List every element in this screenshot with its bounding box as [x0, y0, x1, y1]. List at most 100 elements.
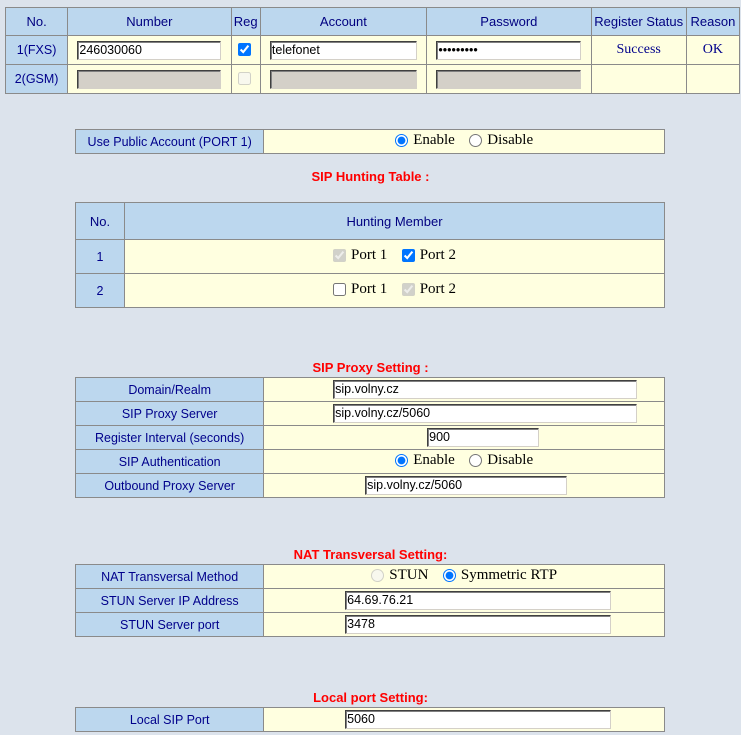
- hunting-column-header-member: Hunting Member: [124, 202, 665, 240]
- column-header-password: Password: [426, 7, 592, 36]
- account-row-1-reg-cell: [230, 35, 261, 65]
- register-interval-cell: [263, 425, 665, 450]
- local-port-table: Local SIP Port: [74, 707, 665, 732]
- public-account-enable-option[interactable]: Enable: [395, 132, 455, 149]
- public-account-options-cell: Enable Disable: [263, 129, 665, 154]
- account-row-2-reg-cell: [230, 64, 261, 94]
- hunting-row-2-port2-checkbox: [401, 282, 415, 296]
- outbound-proxy-input[interactable]: [365, 476, 568, 495]
- number-input-port2: [77, 69, 222, 89]
- sip-proxy-server-label: SIP Proxy Server: [74, 401, 265, 426]
- public-account-table: Use Public Account (PORT 1) Enable Disab…: [74, 129, 665, 154]
- stun-server-port-input[interactable]: [345, 615, 612, 634]
- table-row: SIP Authentication Enable Disable: [74, 449, 665, 474]
- hunting-row-2-port2-label: Port 2: [419, 280, 456, 297]
- column-header-reg: Reg: [230, 7, 261, 36]
- hunting-column-header-no: No.: [75, 202, 125, 240]
- password-input-port1[interactable]: [436, 40, 582, 60]
- reason-port2: [685, 64, 741, 94]
- sip-authentication-cell: Enable Disable: [263, 449, 665, 474]
- column-header-account: Account: [259, 7, 428, 36]
- table-row: 2(GSM): [4, 64, 741, 94]
- account-row-2-account-cell: [259, 64, 428, 94]
- public-account-disable-option[interactable]: Disable: [469, 132, 533, 149]
- hunting-header-row: No. Hunting Member: [75, 202, 665, 240]
- hunting-row-2-port1-checkbox[interactable]: [333, 282, 346, 296]
- account-table-header-row: No. Number Reg Account Password Register…: [4, 7, 741, 36]
- column-header-number: Number: [67, 7, 232, 36]
- hunting-row-1-port2-option[interactable]: Port 2: [401, 246, 456, 264]
- sip-proxy-server-input[interactable]: [333, 404, 638, 423]
- account-row-1-account-cell: [259, 35, 428, 65]
- sip-proxy-table: Domain/Realm SIP Proxy Server Register I…: [74, 377, 665, 498]
- reason-port1: OK: [685, 35, 741, 65]
- hunting-row-1-port1-checkbox: [333, 248, 346, 262]
- nat-transversal-table: NAT Transversal Method STUN Symmetric RT…: [74, 564, 665, 637]
- table-row: NAT Transversal Method STUN Symmetric RT…: [74, 564, 665, 589]
- hunting-row-1-port2-label: Port 2: [419, 246, 456, 263]
- sip-authentication-disable-option[interactable]: Disable: [469, 452, 533, 469]
- sip-authentication-enable-radio[interactable]: [395, 453, 409, 467]
- table-row: STUN Server IP Address: [74, 588, 665, 613]
- column-header-register-status: Register Status: [590, 7, 687, 36]
- hunting-row-2-members: Port 1 Port 2: [124, 273, 665, 308]
- account-table: No. Number Reg Account Password Register…: [4, 7, 741, 94]
- account-row-1-number-cell: [67, 35, 232, 65]
- stun-server-port-cell: [263, 612, 665, 637]
- public-account-disable-radio[interactable]: [469, 133, 483, 147]
- sip-hunting-table: No. Hunting Member 1 Port 1 Port 2 2 Por…: [75, 202, 665, 308]
- table-row: STUN Server port: [74, 612, 665, 637]
- hunting-row-1-port2-checkbox[interactable]: [401, 248, 415, 262]
- table-row: Domain/Realm: [74, 377, 665, 402]
- outbound-proxy-cell: [263, 473, 665, 498]
- password-input-port2: [436, 69, 582, 89]
- nat-method-symmetric-rtp-label: Symmetric RTP: [460, 566, 558, 583]
- local-port-heading: Local port Setting:: [313, 690, 428, 705]
- register-status-port2: [590, 64, 687, 94]
- hunting-row-1-members: Port 1 Port 2: [124, 239, 665, 274]
- outbound-proxy-label: Outbound Proxy Server: [74, 473, 265, 498]
- nat-method-label: NAT Transversal Method: [74, 564, 265, 589]
- hunting-row-1-no: 1: [75, 239, 125, 274]
- domain-realm-input[interactable]: [333, 380, 638, 399]
- sip-authentication-disable-label: Disable: [487, 451, 534, 468]
- local-sip-port-cell: [263, 707, 665, 732]
- table-row: Register Interval (seconds): [74, 425, 665, 450]
- public-account-enable-radio[interactable]: [395, 133, 409, 147]
- stun-server-ip-input[interactable]: [345, 591, 612, 610]
- table-row: SIP Proxy Server: [74, 401, 665, 426]
- sip-hunting-heading: SIP Hunting Table :: [311, 169, 430, 184]
- nat-method-symmetric-rtp-radio[interactable]: [442, 568, 456, 582]
- account-input-port1[interactable]: [269, 40, 417, 60]
- hunting-row-2-port1-option[interactable]: Port 1: [333, 281, 387, 298]
- table-row: 1 Port 1 Port 2: [75, 239, 665, 274]
- nat-method-symmetric-rtp-option[interactable]: Symmetric RTP: [442, 566, 558, 584]
- stun-server-ip-cell: [263, 588, 665, 613]
- nat-transversal-heading: NAT Transversal Setting:: [293, 547, 448, 562]
- hunting-row-2-port2-option: Port 2: [401, 280, 456, 298]
- column-header-reason: Reason: [685, 7, 741, 36]
- hunting-row-1-port1-label: Port 1: [351, 246, 388, 263]
- nat-method-stun-radio: [371, 568, 385, 582]
- nat-method-stun-option: STUN: [371, 567, 428, 584]
- table-row: Outbound Proxy Server: [74, 473, 665, 498]
- reg-checkbox-port1[interactable]: [238, 43, 252, 57]
- account-row-2-number-cell: [67, 64, 232, 94]
- nat-method-cell: STUN Symmetric RTP: [263, 564, 665, 589]
- local-sip-port-label: Local SIP Port: [74, 707, 265, 732]
- sip-proxy-heading: SIP Proxy Setting :: [312, 360, 429, 375]
- sip-authentication-disable-radio[interactable]: [469, 453, 483, 467]
- account-row-1-password-cell: [426, 35, 592, 65]
- sip-authentication-enable-option[interactable]: Enable: [395, 452, 455, 469]
- public-account-enable-label: Enable: [413, 131, 455, 148]
- local-sip-port-input[interactable]: [345, 710, 612, 729]
- sip-settings-page: No. Number Reg Account Password Register…: [0, 0, 741, 735]
- table-row: 1(FXS) Success OK: [4, 35, 741, 65]
- sip-authentication-label: SIP Authentication: [74, 449, 265, 474]
- register-interval-input[interactable]: [427, 428, 540, 447]
- sip-proxy-server-cell: [263, 401, 665, 426]
- public-account-disable-label: Disable: [487, 131, 534, 148]
- public-account-label: Use Public Account (PORT 1): [74, 129, 265, 154]
- number-input-port1[interactable]: [77, 40, 222, 60]
- column-header-no: No.: [4, 7, 69, 36]
